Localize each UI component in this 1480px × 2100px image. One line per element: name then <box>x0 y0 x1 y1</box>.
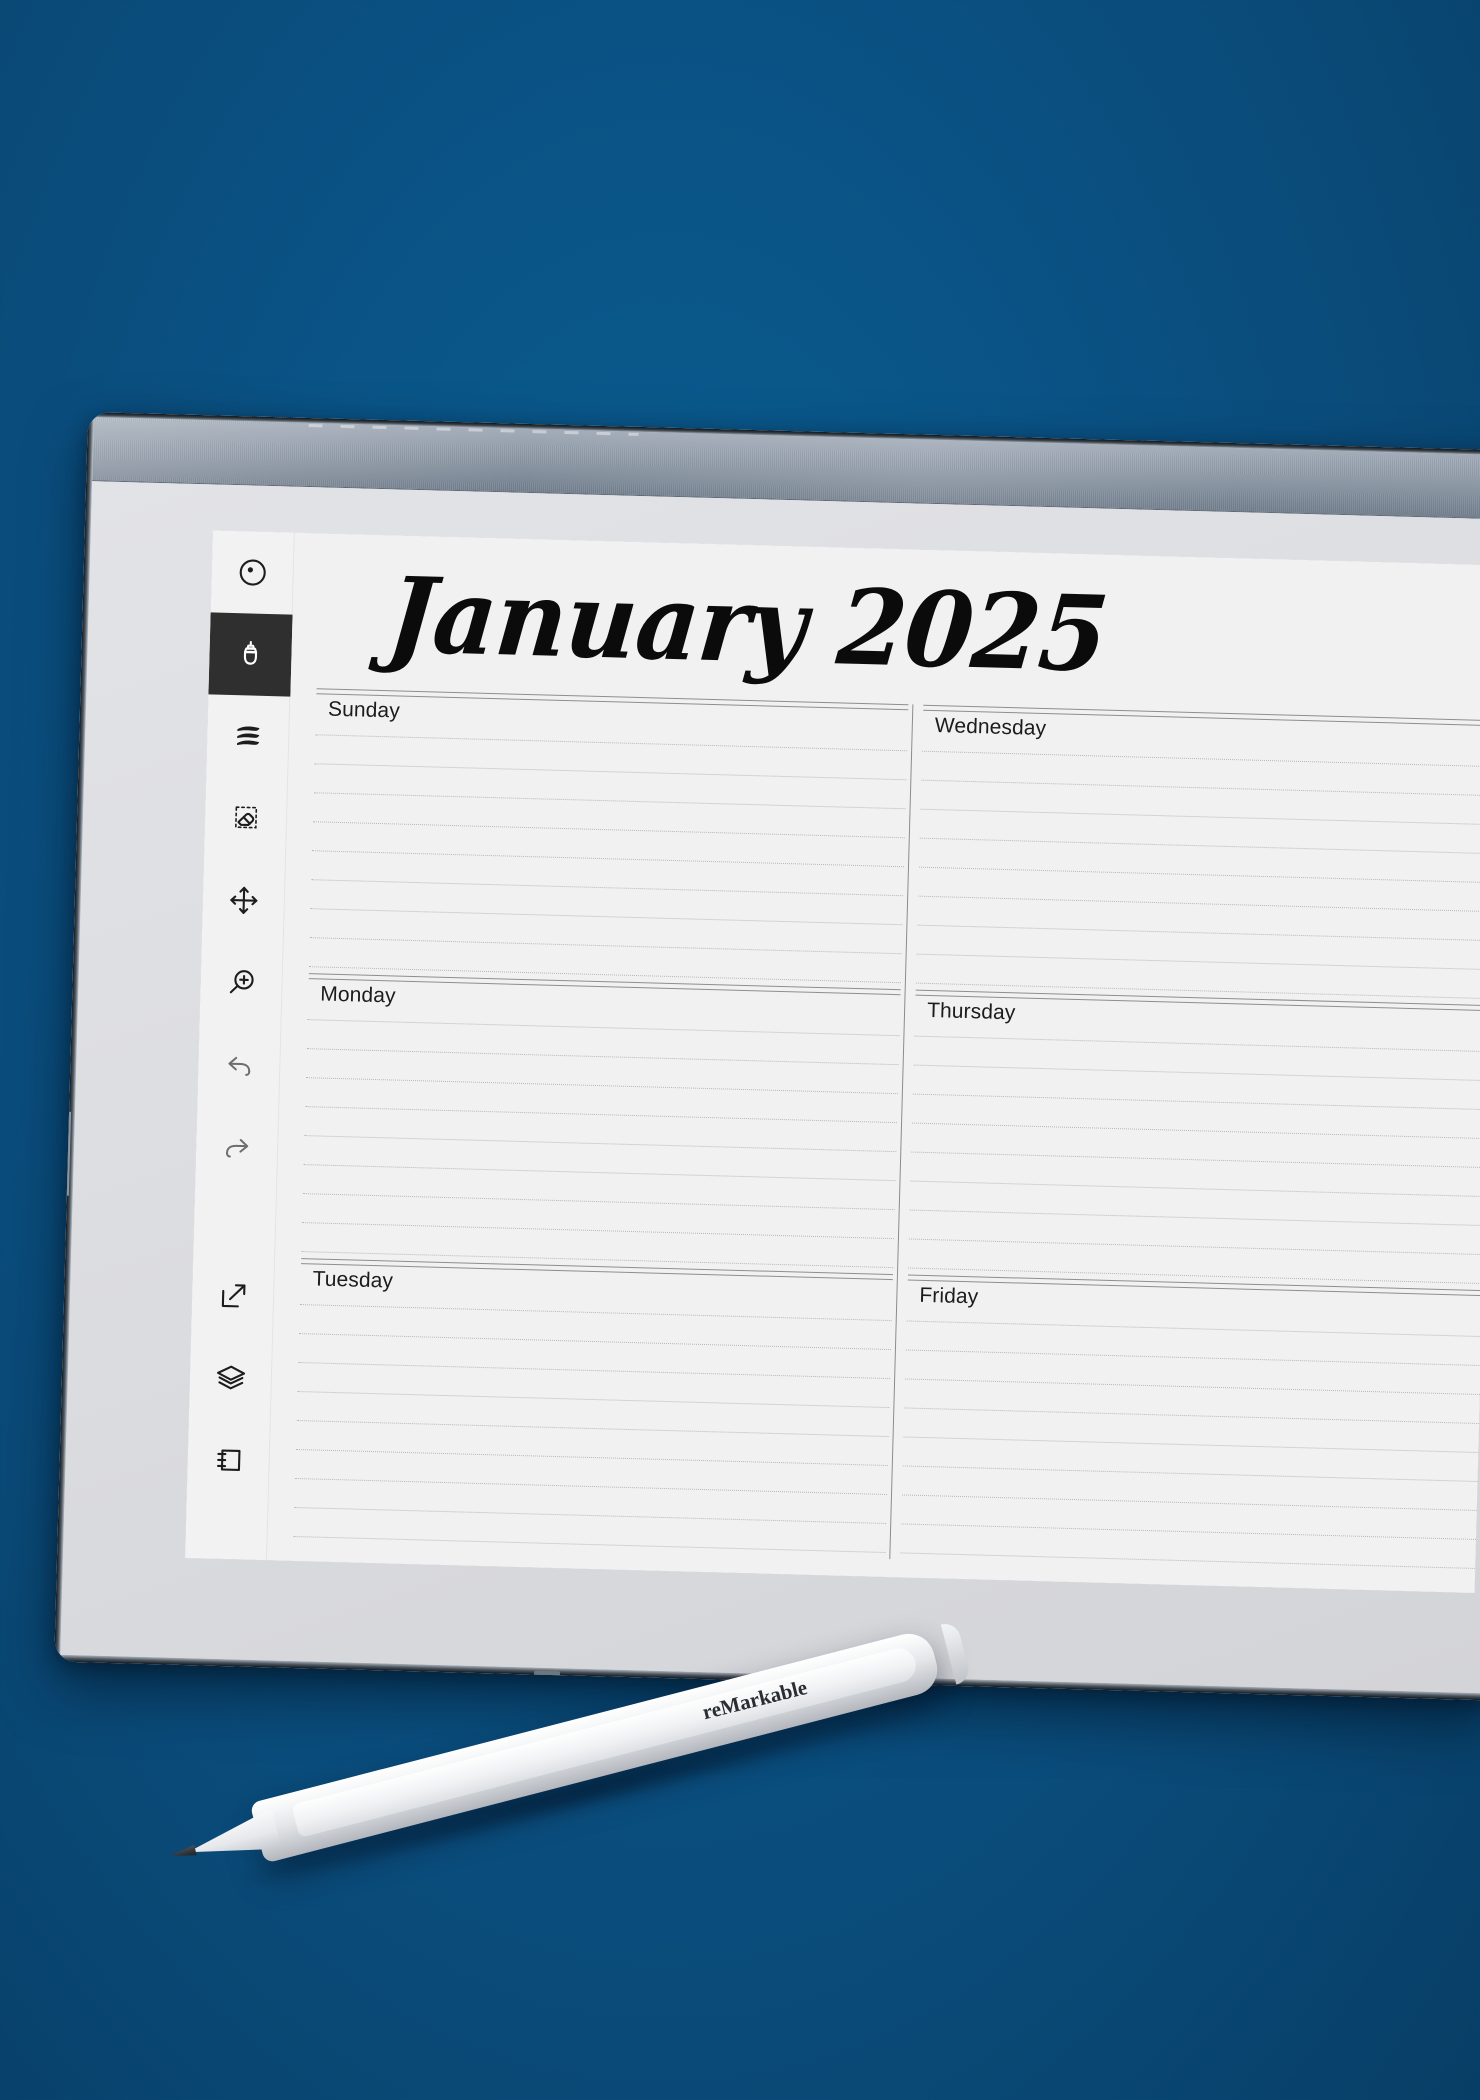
redo-icon[interactable] <box>195 1104 279 1188</box>
day-cell[interactable]: Tuesday <box>283 1258 896 1559</box>
day-label: Friday <box>919 1283 979 1309</box>
ruled-lines <box>900 1320 1480 1570</box>
stylus-nib <box>169 1845 197 1862</box>
week-grid: Sunday Monday Tuesday Wednesday Thursday… <box>283 688 1480 1576</box>
ruled-lines <box>309 734 908 984</box>
pen-tool-icon[interactable] <box>208 612 293 697</box>
day-label: Thursday <box>926 998 1016 1025</box>
page-title: January 2025 <box>382 553 1113 696</box>
day-label: Tuesday <box>312 1267 394 1293</box>
eraser-tool-icon[interactable] <box>204 776 288 860</box>
day-cell[interactable]: Friday <box>890 1274 1480 1575</box>
toggle-menu-icon[interactable] <box>211 530 295 614</box>
layers-icon[interactable] <box>189 1336 273 1420</box>
eink-screen[interactable]: January 2025 Sunday Monday Tuesday Wedne… <box>185 530 1480 1593</box>
day-cell[interactable]: Thursday <box>898 989 1480 1290</box>
day-label: Sunday <box>327 697 401 723</box>
page-overview-icon[interactable] <box>187 1418 271 1502</box>
day-cell[interactable]: Wednesday <box>906 704 1480 1005</box>
day-label: Wednesday <box>934 714 1047 741</box>
day-label: Monday <box>320 982 396 1008</box>
ruled-lines <box>293 1304 892 1553</box>
week-column-1: Sunday Monday Tuesday <box>283 688 912 1559</box>
remarkable-tablet: January 2025 Sunday Monday Tuesday Wedne… <box>54 412 1480 1722</box>
undo-icon[interactable] <box>197 1022 281 1106</box>
zoom-in-icon[interactable] <box>200 940 284 1024</box>
ruled-lines <box>908 1035 1480 1285</box>
ruled-lines <box>915 750 1480 1000</box>
device-bottom-nub <box>533 1670 561 1678</box>
planner-page: January 2025 Sunday Monday Tuesday Wedne… <box>267 532 1480 1593</box>
share-export-icon[interactable] <box>191 1254 275 1338</box>
day-cell[interactable]: Sunday <box>299 688 912 989</box>
ruled-lines <box>301 1019 900 1269</box>
brush-tool-icon[interactable] <box>206 694 290 778</box>
device-body: January 2025 Sunday Monday Tuesday Wedne… <box>54 412 1480 1701</box>
day-cell[interactable]: Monday <box>291 973 904 1274</box>
week-column-2: Wednesday Thursday Friday <box>889 704 1480 1576</box>
select-move-icon[interactable] <box>202 858 286 942</box>
